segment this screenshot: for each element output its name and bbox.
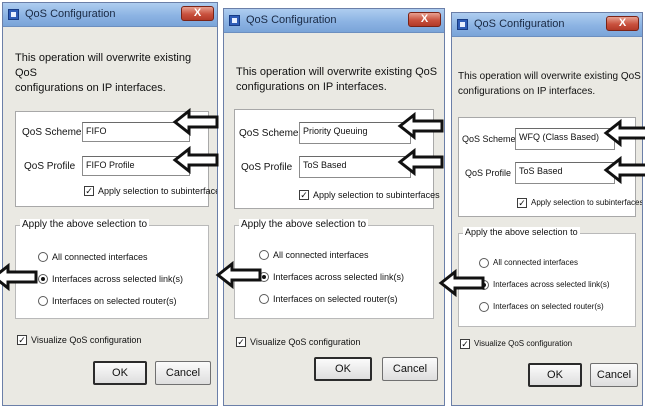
apply-subinterfaces-checkbox[interactable]: ✓: [517, 198, 527, 208]
radio-across-links[interactable]: [38, 274, 48, 284]
app-window-icon: [8, 9, 19, 20]
description-text: This operation will overwrite existing Q…: [236, 66, 438, 93]
radio-across-links[interactable]: [259, 272, 269, 282]
ok-button[interactable]: OK: [314, 357, 372, 381]
description-text: This operation will overwrite existing Q…: [15, 52, 192, 94]
qos-scheme-select[interactable]: WFQ (Class Based): [515, 128, 615, 150]
apply-subinterfaces-checkbox[interactable]: ✓: [299, 190, 309, 200]
group-title: Apply the above selection to: [463, 227, 580, 237]
radio-across-links[interactable]: [479, 280, 489, 290]
description-text: This operation will overwrite existing Q…: [458, 71, 641, 97]
radio-all-connected[interactable]: [259, 250, 269, 260]
radio-across-links-label: Interfaces across selected link(s): [52, 274, 184, 284]
apply-subinterfaces-label: Apply selection to subinterfaces: [98, 186, 218, 196]
apply-target-group: Apply the above selection to All connect…: [15, 219, 209, 319]
visualize-checkbox[interactable]: ✓: [236, 337, 246, 347]
close-button[interactable]: X: [181, 6, 214, 21]
close-button[interactable]: X: [606, 16, 639, 31]
qos-profile-label: QoS Profile: [24, 161, 76, 172]
titlebar: QoS Configuration X: [452, 13, 642, 37]
qos-dialog-1: QoS Configuration X This operation will …: [2, 2, 218, 406]
app-window-icon: [457, 19, 468, 30]
close-button[interactable]: X: [408, 12, 441, 27]
titlebar: QoS Configuration X: [3, 3, 217, 27]
window-title: QoS Configuration: [474, 18, 565, 30]
qos-profile-select[interactable]: FIFO Profile: [82, 156, 190, 176]
radio-on-routers[interactable]: [259, 294, 269, 304]
visualize-label: Visualize QoS configuration: [250, 337, 361, 347]
apply-subinterfaces-checkbox[interactable]: ✓: [84, 186, 94, 196]
radio-on-routers-label: Interfaces on selected router(s): [273, 294, 398, 304]
cancel-button[interactable]: Cancel: [590, 363, 638, 387]
group-title: Apply the above selection to: [239, 219, 369, 230]
selection-panel: QoS Scheme FIFO QoS Profile FIFO Profile…: [15, 111, 217, 207]
qos-scheme-label: QoS Scheme: [22, 127, 82, 138]
qos-profile-label: QoS Profile: [465, 168, 512, 178]
radio-all-connected[interactable]: [479, 258, 489, 268]
radio-across-links-label: Interfaces across selected link(s): [493, 280, 610, 289]
ok-button[interactable]: OK: [93, 361, 147, 385]
cancel-button[interactable]: Cancel: [382, 357, 438, 381]
apply-subinterfaces-label: Apply selection to subinterfaces: [531, 198, 643, 207]
qos-scheme-label: QoS Scheme: [239, 128, 299, 139]
visualize-checkbox[interactable]: ✓: [17, 335, 27, 345]
radio-on-routers[interactable]: [479, 302, 489, 312]
apply-subinterfaces-label: Apply selection to subinterfaces: [313, 190, 440, 200]
apply-target-group: Apply the above selection to All connect…: [458, 227, 636, 327]
qos-scheme-label: QoS Scheme: [462, 134, 516, 144]
radio-on-routers-label: Interfaces on selected router(s): [52, 296, 177, 306]
selection-panel: QoS Scheme Priority Queuing QoS Profile …: [234, 109, 440, 209]
apply-target-group: Apply the above selection to All connect…: [234, 219, 434, 319]
qos-scheme-select[interactable]: Priority Queuing: [299, 122, 411, 144]
qos-profile-select[interactable]: ToS Based: [299, 156, 411, 178]
visualize-label: Visualize QoS configuration: [474, 339, 573, 348]
window-title: QoS Configuration: [25, 8, 116, 20]
qos-dialog-2: QoS Configuration X This operation will …: [223, 8, 445, 406]
qos-profile-select[interactable]: ToS Based: [515, 162, 615, 184]
group-title: Apply the above selection to: [20, 219, 150, 230]
radio-on-routers-label: Interfaces on selected router(s): [493, 302, 604, 311]
app-window-icon: [229, 15, 240, 26]
radio-all-connected-label: All connected interfaces: [493, 258, 578, 267]
selection-panel: QoS Scheme WFQ (Class Based) QoS Profile…: [458, 117, 642, 217]
radio-all-connected[interactable]: [38, 252, 48, 262]
ok-button[interactable]: OK: [528, 363, 582, 387]
qos-profile-label: QoS Profile: [241, 162, 293, 173]
qos-dialog-3: QoS Configuration X This operation will …: [451, 12, 643, 406]
visualize-label: Visualize QoS configuration: [31, 335, 142, 345]
radio-on-routers[interactable]: [38, 296, 48, 306]
radio-all-connected-label: All connected interfaces: [273, 250, 369, 260]
window-title: QoS Configuration: [246, 14, 337, 26]
visualize-checkbox[interactable]: ✓: [460, 339, 470, 349]
radio-across-links-label: Interfaces across selected link(s): [273, 272, 405, 282]
qos-scheme-select[interactable]: FIFO: [82, 122, 190, 142]
radio-all-connected-label: All connected interfaces: [52, 252, 148, 262]
titlebar: QoS Configuration X: [224, 9, 444, 33]
cancel-button[interactable]: Cancel: [155, 361, 211, 385]
